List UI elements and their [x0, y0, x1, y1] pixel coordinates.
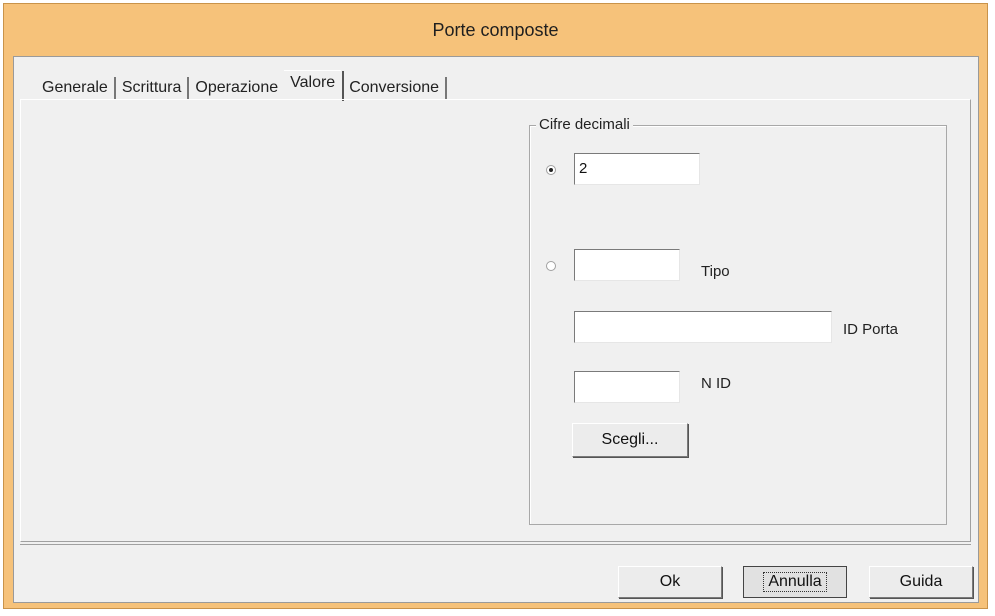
ok-button-label: Ok	[659, 573, 681, 590]
cancel-button[interactable]: Annulla	[743, 566, 847, 598]
choose-button[interactable]: Scegli...	[572, 423, 688, 457]
decimals-group-label: Cifre decimali	[536, 116, 633, 133]
tab-conversione[interactable]: Conversione	[343, 77, 448, 99]
tab-valore[interactable]: Valore	[284, 70, 345, 101]
window-title: Porte composte	[432, 19, 559, 40]
tab-scrittura[interactable]: Scrittura	[116, 77, 190, 99]
bottom-separator	[20, 544, 971, 545]
choose-button-label: Scegli...	[601, 431, 659, 448]
tab-operazione[interactable]: Operazione	[189, 77, 284, 99]
n-id-label: N ID	[701, 375, 731, 392]
id-porta-label: ID Porta	[843, 321, 899, 338]
decimals-value-field[interactable]: 2	[574, 153, 700, 185]
help-button-label: Guida	[899, 573, 943, 590]
tipo-label: Tipo	[701, 263, 730, 280]
tipo-field[interactable]	[574, 249, 680, 281]
cancel-button-label: Annulla	[763, 572, 827, 592]
dialog-client-area: Generale Scrittura Operazione Valore Con…	[13, 56, 979, 603]
tab-strip: Generale Scrittura Operazione Valore Con…	[36, 67, 448, 101]
fixed-decimals-radio[interactable]	[546, 165, 556, 175]
tab-generale[interactable]: Generale	[36, 77, 116, 99]
dialog-window: Porte composte Generale Scrittura Operaz…	[3, 3, 988, 609]
help-button[interactable]: Guida	[869, 566, 973, 598]
title-bar[interactable]: Porte composte	[4, 4, 987, 56]
n-id-field[interactable]	[574, 371, 680, 403]
port-decimals-radio[interactable]	[546, 261, 556, 271]
ok-button[interactable]: Ok	[618, 566, 722, 598]
id-porta-field[interactable]	[574, 311, 832, 343]
